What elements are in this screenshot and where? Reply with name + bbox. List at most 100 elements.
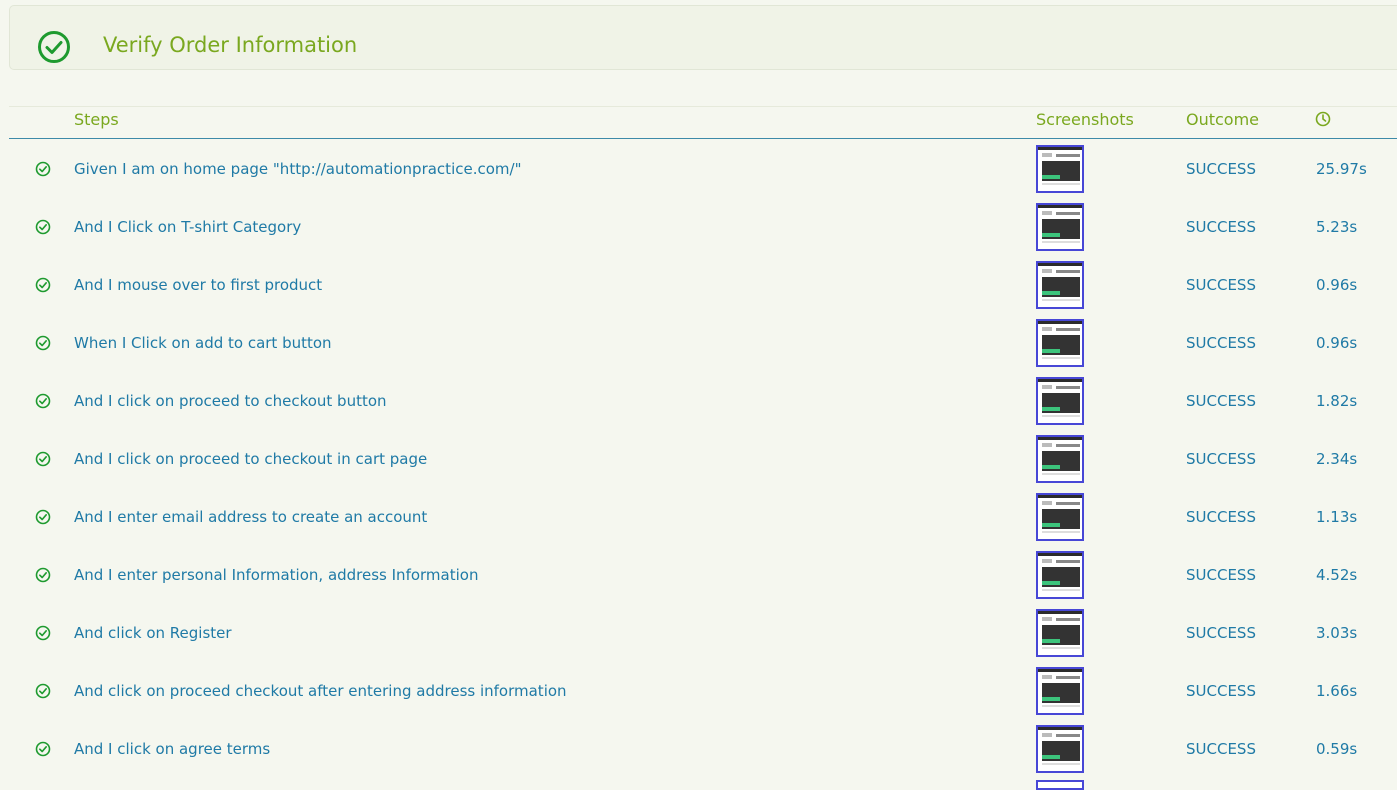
thumbnail-logo <box>1042 733 1052 737</box>
thumbnail-logo <box>1042 385 1052 389</box>
clock-icon <box>1315 111 1331 127</box>
thumbnail-nav <box>1056 618 1080 621</box>
step-description[interactable]: And I click on proceed to checkout butto… <box>74 390 387 412</box>
screenshot-thumbnail[interactable] <box>1036 780 1084 790</box>
scenario-title-bar: Verify Order Information <box>9 5 1397 70</box>
header-outcome: Outcome <box>1186 110 1260 129</box>
screenshot-thumbnail[interactable] <box>1036 667 1084 715</box>
thumbnail-text <box>1042 473 1080 475</box>
thumbnail-text <box>1042 647 1080 649</box>
step-description[interactable]: And I click on agree terms <box>74 738 270 760</box>
table-row: And click on Register SUCCESS 3.03s <box>0 609 1397 667</box>
screenshot-thumbnail[interactable] <box>1036 377 1084 425</box>
thumbnail-nav <box>1056 734 1080 737</box>
scenario-title: Verify Order Information <box>103 33 358 57</box>
step-outcome: SUCCESS <box>1186 334 1256 352</box>
thumbnail-header <box>1038 147 1082 150</box>
check-circle-icon <box>35 393 51 409</box>
thumbnail-header <box>1038 379 1082 382</box>
step-duration: 1.13s <box>1316 508 1358 526</box>
thumbnail-header <box>1038 669 1082 672</box>
screenshot-thumbnail[interactable] <box>1036 145 1084 193</box>
thumbnail-header <box>1038 263 1082 266</box>
step-outcome: SUCCESS <box>1186 276 1256 294</box>
thumbnail-logo <box>1042 501 1052 505</box>
screenshot-thumbnail[interactable] <box>1036 725 1084 773</box>
screenshot-thumbnail[interactable] <box>1036 203 1084 251</box>
screenshot-thumbnail[interactable] <box>1036 435 1084 483</box>
table-row: And I mouse over to first product SUCCESS… <box>0 261 1397 319</box>
thumbnail-button <box>1042 581 1060 585</box>
step-duration: 0.96s <box>1316 276 1358 294</box>
thumbnail-header <box>1038 611 1082 614</box>
step-description[interactable]: And click on Register <box>74 622 232 644</box>
step-duration: 2.34s <box>1316 450 1358 468</box>
step-duration: 0.96s <box>1316 334 1358 352</box>
check-circle-icon <box>35 219 51 235</box>
step-outcome: SUCCESS <box>1186 566 1256 584</box>
thumbnail-nav <box>1056 270 1080 273</box>
thumbnail-text <box>1042 183 1080 185</box>
thumbnail-text <box>1042 357 1080 359</box>
screenshot-thumbnail[interactable] <box>1036 609 1084 657</box>
thumbnail-header <box>1038 205 1082 208</box>
check-circle-icon <box>35 625 51 641</box>
thumbnail-button <box>1042 465 1060 469</box>
step-description[interactable]: And I click on proceed to checkout in ca… <box>74 448 427 470</box>
table-row: And I enter personal Information, addres… <box>0 551 1397 609</box>
check-circle-icon <box>35 451 51 467</box>
thumbnail-header <box>1038 321 1082 324</box>
thumbnail-text <box>1042 415 1080 417</box>
step-duration: 1.66s <box>1316 682 1358 700</box>
thumbnail-text <box>1042 299 1080 301</box>
screenshot-thumbnail[interactable] <box>1036 319 1084 367</box>
thumbnail-logo <box>1042 559 1052 563</box>
table-row: When I Click on add to cart button SUCCES… <box>0 319 1397 377</box>
thumbnail-button <box>1042 523 1060 527</box>
thumbnail-button <box>1042 233 1060 237</box>
thumbnail-button <box>1042 697 1060 701</box>
thumbnail-button <box>1042 349 1060 353</box>
thumbnail-text <box>1042 241 1080 243</box>
thumbnail-logo <box>1042 617 1052 621</box>
step-description[interactable]: And I Click on T-shirt Category <box>74 216 301 238</box>
check-circle-icon <box>35 509 51 525</box>
step-outcome: SUCCESS <box>1186 160 1256 178</box>
thumbnail-nav <box>1056 444 1080 447</box>
thumbnail-logo <box>1042 211 1052 215</box>
thumbnail-nav <box>1056 386 1080 389</box>
step-outcome: SUCCESS <box>1186 624 1256 642</box>
table-row: And I click on proceed to checkout butto… <box>0 377 1397 435</box>
step-description[interactable]: Given I am on home page "http://automati… <box>74 158 521 180</box>
steps-table-header: Steps Screenshots Outcome <box>9 106 1397 139</box>
screenshot-thumbnail[interactable] <box>1036 261 1084 309</box>
step-description[interactable]: And I enter personal Information, addres… <box>74 564 478 586</box>
step-description[interactable]: When I Click on add to cart button <box>74 332 332 354</box>
thumbnail-header <box>1038 495 1082 498</box>
table-row: Given I am on home page "http://automati… <box>0 145 1397 203</box>
step-description[interactable]: And I enter email address to create an a… <box>74 506 427 528</box>
step-duration: 25.97s <box>1316 160 1367 178</box>
step-description[interactable]: And click on proceed checkout after ente… <box>74 680 567 702</box>
table-row: And I click on agree terms SUCCESS 0.59s <box>0 725 1397 783</box>
thumbnail-button <box>1042 755 1060 759</box>
step-outcome: SUCCESS <box>1186 218 1256 236</box>
table-row: And I click on proceed to checkout in ca… <box>0 435 1397 493</box>
thumbnail-header <box>1038 437 1082 440</box>
screenshot-thumbnail[interactable] <box>1036 493 1084 541</box>
thumbnail-nav <box>1056 502 1080 505</box>
step-description[interactable]: And I mouse over to first product <box>74 274 322 296</box>
step-outcome: SUCCESS <box>1186 740 1256 758</box>
check-circle-icon <box>35 683 51 699</box>
thumbnail-text <box>1042 589 1080 591</box>
thumbnail-logo <box>1042 327 1052 331</box>
check-circle-icon <box>38 31 70 63</box>
step-outcome: SUCCESS <box>1186 392 1256 410</box>
thumbnail-logo <box>1042 443 1052 447</box>
thumbnail-nav <box>1056 560 1080 563</box>
screenshot-thumbnail[interactable] <box>1036 551 1084 599</box>
thumbnail-header <box>1038 553 1082 556</box>
thumbnail-nav <box>1056 154 1080 157</box>
thumbnail-logo <box>1042 153 1052 157</box>
step-duration: 5.23s <box>1316 218 1358 236</box>
